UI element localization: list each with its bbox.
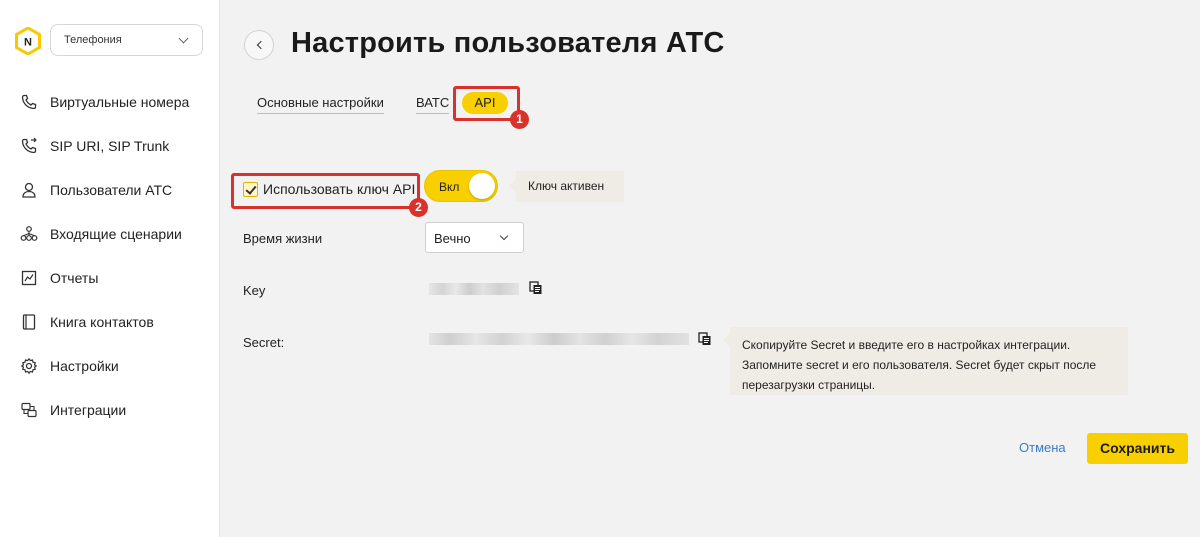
cancel-button[interactable]: Отмена (1019, 440, 1066, 455)
chart-icon (21, 270, 37, 286)
sidebar-item-scenarios[interactable]: Входящие сценарии (20, 220, 182, 248)
back-button[interactable] (244, 30, 274, 60)
annotation-frame-2 (231, 173, 420, 209)
chevron-down-icon (178, 33, 189, 44)
sidebar-item-label: Интеграции (50, 402, 127, 418)
sidebar-item-label: Книга контактов (50, 314, 154, 330)
secret-label: Secret: (243, 335, 285, 350)
tab-vats[interactable]: ВАТС (416, 95, 450, 114)
annotation-badge-1: 1 (510, 110, 529, 129)
sidebar-item-virtual-numbers[interactable]: Виртуальные номера (20, 88, 189, 116)
book-icon (22, 314, 36, 330)
integration-icon (21, 402, 37, 418)
phone-forward-icon (21, 137, 37, 154)
page-title: Настроить пользователя АТС (291, 27, 725, 59)
api-key-toggle[interactable]: Вкл (424, 170, 498, 202)
logo-icon: N (15, 27, 41, 55)
toggle-label: Вкл (439, 180, 460, 194)
sidebar-item-label: Пользователи АТС (50, 182, 173, 198)
sidebar-item-settings[interactable]: Настройки (20, 352, 119, 380)
key-label: Key (243, 283, 266, 298)
chevron-down-icon (499, 231, 509, 241)
sidebar-item-users[interactable]: Пользователи АТС (20, 176, 172, 204)
save-button[interactable]: Сохранить (1087, 433, 1188, 464)
chevron-left-icon (256, 40, 265, 50)
copy-secret-icon[interactable] (698, 332, 712, 346)
lifetime-select-value: Вечно (434, 231, 471, 246)
key-status-hint: Ключ активен (509, 171, 624, 202)
phone-icon (21, 94, 37, 110)
scenario-icon (20, 226, 38, 241)
sidebar-item-label: Настройки (50, 358, 119, 374)
sidebar-item-contacts[interactable]: Книга контактов (20, 308, 154, 336)
secret-value-redacted (429, 333, 689, 345)
product-select[interactable]: Телефония (50, 24, 203, 56)
tab-basic-settings[interactable]: Основные настройки (257, 95, 384, 114)
sidebar-item-reports[interactable]: Отчеты (20, 264, 98, 292)
toggle-knob (469, 173, 495, 199)
user-icon (22, 182, 36, 198)
sidebar-item-sip[interactable]: SIP URI, SIP Trunk (20, 132, 169, 160)
key-value-redacted (429, 283, 519, 295)
sidebar-item-label: Отчеты (50, 270, 99, 286)
secret-hint: Скопируйте Secret и введите его в настро… (723, 327, 1128, 395)
gear-icon (20, 357, 38, 375)
product-select-value: Телефония (64, 34, 122, 46)
sidebar: N Телефония Виртуальные номера SIP URI, … (0, 0, 220, 537)
lifetime-label: Время жизни (243, 231, 323, 246)
sidebar-item-label: Виртуальные номера (50, 94, 190, 110)
sidebar-item-label: SIP URI, SIP Trunk (50, 138, 170, 154)
sidebar-item-integrations[interactable]: Интеграции (20, 396, 126, 424)
svg-text:N: N (24, 37, 32, 49)
annotation-badge-2: 2 (409, 198, 428, 217)
sidebar-item-label: Входящие сценарии (50, 226, 182, 242)
copy-key-icon[interactable] (529, 281, 543, 295)
lifetime-select[interactable]: Вечно (425, 222, 524, 253)
